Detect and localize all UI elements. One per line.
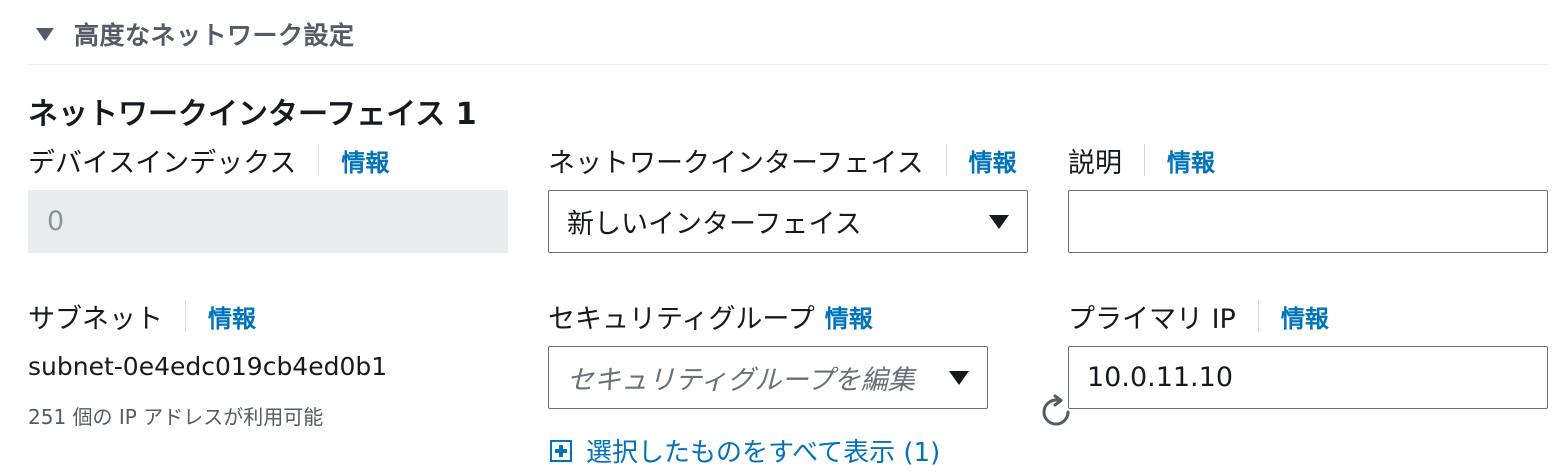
primary-ip-label-row: プライマリ IP 情報 — [1068, 297, 1329, 335]
subnet-info-link[interactable]: 情報 — [208, 299, 256, 334]
caret-down-icon — [949, 370, 969, 385]
device-index-label-row: デバイスインデックス 情報 — [28, 141, 389, 179]
separator — [1144, 144, 1145, 176]
network-interface-selected: 新しいインターフェイス — [567, 209, 862, 240]
description-label-row: 説明 情報 — [1068, 141, 1215, 179]
interface-label-row: ネットワークインターフェイス 情報 — [548, 141, 1017, 179]
network-interface-select[interactable]: 新しいインターフェイス — [548, 190, 1028, 253]
network-interface-label: ネットワークインターフェイス — [548, 147, 924, 179]
refresh-icon[interactable] — [1038, 394, 1074, 430]
security-group-label: セキュリティグループ — [548, 303, 815, 335]
security-group-placeholder: セキュリティグループを編集 — [567, 365, 915, 396]
separator — [1257, 300, 1259, 332]
separator — [945, 144, 947, 176]
section-title: 高度なネットワーク設定 — [74, 21, 355, 50]
subnet-label-row: サブネット 情報 — [28, 297, 256, 335]
device-index-info-link[interactable]: 情報 — [341, 143, 389, 178]
subnet-label: サブネット — [28, 303, 163, 335]
network-interface-title: ネットワークインターフェイス 1 — [28, 97, 477, 132]
description-input[interactable] — [1068, 190, 1548, 253]
primary-ip-info-link[interactable]: 情報 — [1281, 299, 1329, 334]
device-index-value: 0 — [47, 206, 65, 237]
network-interface-info-link[interactable]: 情報 — [969, 143, 1017, 178]
security-group-info-link[interactable]: 情報 — [825, 299, 873, 334]
device-index-label: デバイスインデックス — [28, 147, 297, 179]
description-label: 説明 — [1068, 147, 1122, 179]
separator — [185, 300, 186, 332]
subnet-available-ips: 251 個の IP アドレスが利用可能 — [28, 405, 324, 429]
divider — [28, 64, 1548, 65]
caret-down-icon — [36, 27, 54, 41]
plus-square-icon — [550, 439, 572, 462]
advanced-network-settings-toggle[interactable]: 高度なネットワーク設定 — [36, 14, 355, 54]
separator — [318, 144, 320, 176]
show-selected-label: 選択したものをすべて表示 (1) — [586, 438, 941, 468]
subnet-value: subnet-0e4edc019cb4ed0b1 — [28, 352, 388, 381]
security-group-label-row: セキュリティグループ 情報 — [548, 297, 873, 335]
device-index-input: 0 — [28, 190, 508, 253]
caret-down-icon — [989, 214, 1009, 229]
primary-ip-input[interactable] — [1068, 346, 1548, 409]
security-group-select[interactable]: セキュリティグループを編集 — [548, 346, 988, 409]
description-info-link[interactable]: 情報 — [1167, 143, 1215, 178]
primary-ip-label: プライマリ IP — [1068, 303, 1236, 335]
show-selected-link[interactable]: 選択したものをすべて表示 (1) — [550, 432, 940, 469]
